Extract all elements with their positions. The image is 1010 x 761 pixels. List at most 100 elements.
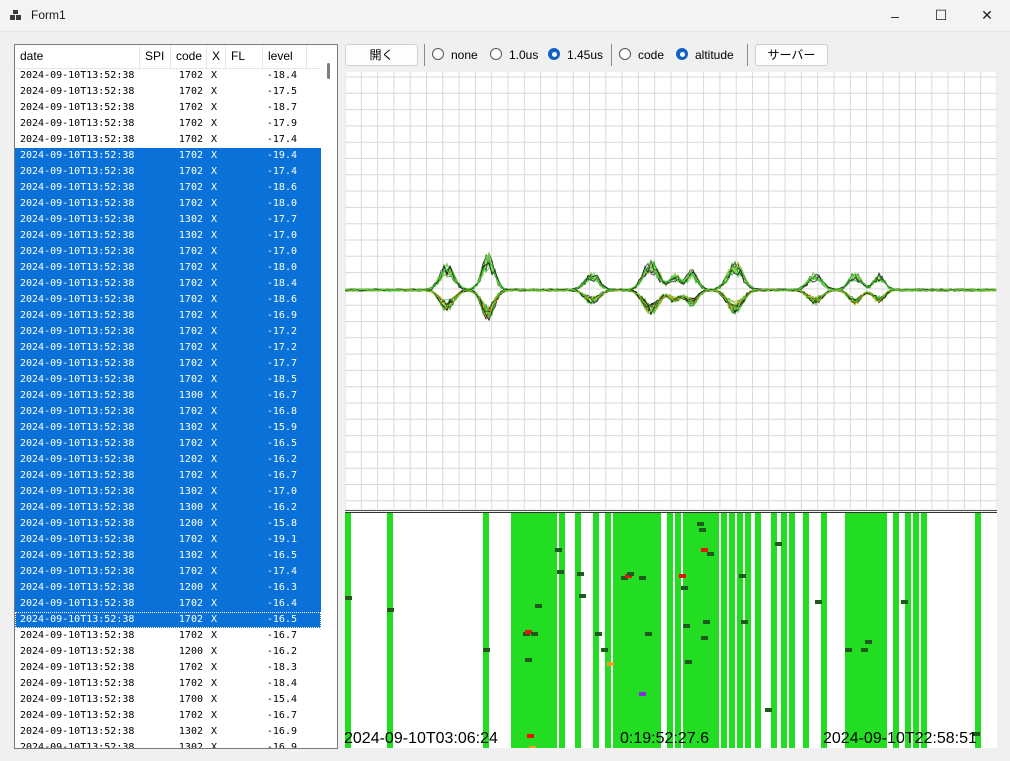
timeline-start-time: 2024-09-10T03:06:24 bbox=[344, 730, 498, 747]
cell-code: 1200 bbox=[178, 582, 203, 593]
cell-level: -17.9 bbox=[266, 118, 297, 129]
table-row[interactable]: 2024-09-10T13:52:38 1200 X -15.8 bbox=[15, 516, 321, 532]
cell-x: X bbox=[211, 342, 218, 353]
table-row[interactable]: 2024-09-10T13:52:38 1200 X -16.3 bbox=[15, 580, 321, 596]
column-header-level[interactable]: level bbox=[263, 45, 307, 68]
table-row[interactable]: 2024-09-10T13:52:38 1702 X -18.3 bbox=[15, 660, 321, 676]
server-button[interactable]: サーバー bbox=[755, 44, 828, 66]
cell-code: 1202 bbox=[178, 454, 203, 465]
timeline-marker bbox=[765, 708, 772, 712]
table-row[interactable]: 2024-09-10T13:52:38 1302 X -17.7 bbox=[15, 212, 321, 228]
column-header-date[interactable]: date bbox=[15, 45, 140, 68]
cell-date: 2024-09-10T13:52:38 bbox=[20, 198, 135, 209]
cell-date: 2024-09-10T13:52:38 bbox=[20, 710, 135, 721]
timeline-panel[interactable] bbox=[345, 512, 997, 748]
table-row[interactable]: 2024-09-10T13:52:38 1200 X -16.2 bbox=[15, 644, 321, 660]
table-row[interactable]: 2024-09-10T13:52:38 1702 X -16.4 bbox=[15, 596, 321, 612]
cell-date: 2024-09-10T13:52:38 bbox=[20, 230, 135, 241]
table-row[interactable]: 2024-09-10T13:52:38 1702 X -18.7 bbox=[15, 100, 321, 116]
timeline-marker bbox=[845, 648, 852, 652]
timeline-marker bbox=[683, 624, 690, 628]
table-row[interactable]: 2024-09-10T13:52:38 1700 X -15.4 bbox=[15, 692, 321, 708]
timeline-track-bar bbox=[593, 512, 599, 748]
cell-x: X bbox=[211, 598, 218, 609]
table-row[interactable]: 2024-09-10T13:52:38 1702 X -18.6 bbox=[15, 180, 321, 196]
table-row[interactable]: 2024-09-10T13:52:38 1302 X -16.9 bbox=[15, 740, 321, 749]
table-row[interactable]: 2024-09-10T13:52:38 1302 X -17.0 bbox=[15, 228, 321, 244]
table-row[interactable]: 2024-09-10T13:52:38 1702 X -18.6 bbox=[15, 292, 321, 308]
timeline-track-bar bbox=[771, 512, 777, 748]
column-header-code[interactable]: code bbox=[171, 45, 207, 68]
timeline-track-bar bbox=[551, 512, 557, 748]
cell-x: X bbox=[211, 694, 218, 705]
table-row[interactable]: 2024-09-10T13:52:38 1302 X -16.5 bbox=[15, 548, 321, 564]
cell-date: 2024-09-10T13:52:38 bbox=[20, 358, 135, 369]
table-row[interactable]: 2024-09-10T13:52:38 1302 X -16.9 bbox=[15, 724, 321, 740]
table-row[interactable]: 2024-09-10T13:52:38 1702 X -19.1 bbox=[15, 532, 321, 548]
cell-code: 1302 bbox=[178, 742, 203, 749]
table-row[interactable]: 2024-09-10T13:52:38 1702 X -16.9 bbox=[15, 308, 321, 324]
cell-level: -15.4 bbox=[266, 694, 297, 705]
column-header-x[interactable]: X bbox=[207, 45, 226, 68]
cell-date: 2024-09-10T13:52:38 bbox=[20, 182, 135, 193]
cell-x: X bbox=[211, 390, 218, 401]
scrollbar-thumb[interactable] bbox=[327, 63, 330, 79]
waveform-plot[interactable] bbox=[344, 72, 998, 509]
table-row[interactable]: 2024-09-10T13:52:38 1702 X -16.5 bbox=[15, 436, 321, 452]
table-row[interactable]: 2024-09-10T13:52:38 1702 X -17.4 bbox=[15, 164, 321, 180]
table-row[interactable]: 2024-09-10T13:52:38 1702 X -16.8 bbox=[15, 404, 321, 420]
cell-x: X bbox=[211, 550, 218, 561]
table-row[interactable]: 2024-09-10T13:52:38 1300 X -16.7 bbox=[15, 388, 321, 404]
maximize-button[interactable]: ☐ bbox=[918, 0, 964, 31]
timeline-marker bbox=[699, 528, 706, 532]
table-row[interactable]: 2024-09-10T13:52:38 1702 X -18.4 bbox=[15, 68, 321, 84]
table-row[interactable]: 2024-09-10T13:52:38 1702 X -17.2 bbox=[15, 324, 321, 340]
table-row[interactable]: 2024-09-10T13:52:38 1702 X -17.4 bbox=[15, 564, 321, 580]
open-button[interactable]: 開く bbox=[345, 44, 418, 66]
table-row[interactable]: 2024-09-10T13:52:38 1702 X -17.5 bbox=[15, 84, 321, 100]
table-row[interactable]: 2024-09-10T13:52:38 1702 X -17.2 bbox=[15, 340, 321, 356]
table-row[interactable]: 2024-09-10T13:52:38 1702 X -16.7 bbox=[15, 628, 321, 644]
list-scrollbar[interactable] bbox=[321, 45, 337, 748]
timeline-marker bbox=[681, 586, 688, 590]
cell-level: -16.5 bbox=[266, 438, 297, 449]
table-row[interactable]: 2024-09-10T13:52:38 1702 X -18.4 bbox=[15, 676, 321, 692]
table-row[interactable]: 2024-09-10T13:52:38 1702 X -18.4 bbox=[15, 276, 321, 292]
column-header-spi[interactable]: SPI bbox=[140, 45, 171, 68]
table-row[interactable]: 2024-09-10T13:52:38 1702 X -16.7 bbox=[15, 468, 321, 484]
table-row[interactable]: 2024-09-10T13:52:38 1702 X -17.0 bbox=[15, 244, 321, 260]
cell-level: -15.9 bbox=[266, 422, 297, 433]
minimize-button[interactable]: – bbox=[872, 0, 918, 31]
cell-level: -19.1 bbox=[266, 534, 297, 545]
cell-level: -17.7 bbox=[266, 358, 297, 369]
table-row[interactable]: 2024-09-10T13:52:38 1702 X -16.7 bbox=[15, 708, 321, 724]
cell-x: X bbox=[211, 710, 218, 721]
table-row[interactable]: 2024-09-10T13:52:38 1702 X -18.0 bbox=[15, 260, 321, 276]
radio-label: 1.45us bbox=[567, 48, 604, 62]
data-list-view[interactable]: date SPI code X FL level 2024-09-10T13:5… bbox=[14, 44, 338, 749]
close-button[interactable]: ✕ bbox=[964, 0, 1010, 31]
timeline-track-bar bbox=[737, 512, 743, 748]
table-row[interactable]: 2024-09-10T13:52:38 1302 X -17.0 bbox=[15, 484, 321, 500]
table-row[interactable]: 2024-09-10T13:52:38 1202 X -16.2 bbox=[15, 452, 321, 468]
timeline-track-bar bbox=[667, 512, 673, 748]
table-row[interactable]: 2024-09-10T13:52:38 1702 X -16.5 bbox=[15, 612, 321, 628]
cell-level: -16.5 bbox=[266, 550, 297, 561]
cell-code: 1302 bbox=[178, 214, 203, 225]
table-row[interactable]: 2024-09-10T13:52:38 1302 X -15.9 bbox=[15, 420, 321, 436]
table-row[interactable]: 2024-09-10T13:52:38 1702 X -17.9 bbox=[15, 116, 321, 132]
table-row[interactable]: 2024-09-10T13:52:38 1702 X -19.4 bbox=[15, 148, 321, 164]
column-header-fl[interactable]: FL bbox=[226, 45, 263, 68]
timeline-marker bbox=[579, 594, 586, 598]
cell-code: 1702 bbox=[178, 598, 203, 609]
table-row[interactable]: 2024-09-10T13:52:38 1300 X -16.2 bbox=[15, 500, 321, 516]
radio-indicator bbox=[548, 48, 560, 60]
cell-level: -16.5 bbox=[266, 614, 297, 625]
table-row[interactable]: 2024-09-10T13:52:38 1702 X -18.0 bbox=[15, 196, 321, 212]
cell-level: -18.4 bbox=[266, 278, 297, 289]
table-row[interactable]: 2024-09-10T13:52:38 1702 X -18.5 bbox=[15, 372, 321, 388]
cell-date: 2024-09-10T13:52:38 bbox=[20, 742, 135, 749]
table-row[interactable]: 2024-09-10T13:52:38 1702 X -17.7 bbox=[15, 356, 321, 372]
cell-date: 2024-09-10T13:52:38 bbox=[20, 550, 135, 561]
table-row[interactable]: 2024-09-10T13:52:38 1702 X -17.4 bbox=[15, 132, 321, 148]
